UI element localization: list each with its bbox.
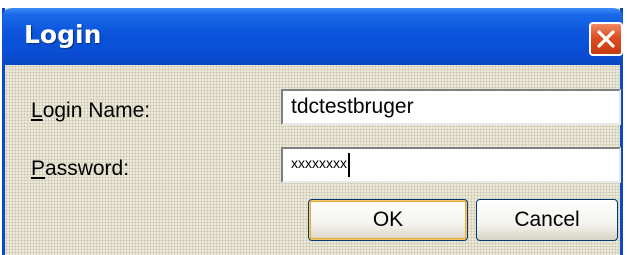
close-button[interactable] bbox=[589, 22, 623, 56]
login-name-mnemonic: L bbox=[31, 99, 43, 122]
password-mnemonic: P bbox=[31, 157, 46, 180]
password-value: xxxxxxxx bbox=[291, 155, 347, 172]
login-name-field[interactable]: tdctestbruger bbox=[281, 89, 621, 125]
cancel-button[interactable]: Cancel bbox=[476, 199, 618, 241]
password-field[interactable]: xxxxxxxx bbox=[281, 147, 621, 183]
title-bar[interactable]: Login bbox=[2, 8, 623, 65]
dialog-title: Login bbox=[24, 20, 102, 49]
login-name-label: Login Name: bbox=[31, 98, 150, 124]
login-name-label-text: ogin Name: bbox=[42, 99, 151, 122]
login-dialog: Login Login Name: tdctestbruger Password… bbox=[2, 8, 623, 255]
close-icon bbox=[597, 30, 615, 48]
ok-button[interactable]: OK bbox=[308, 199, 468, 241]
login-name-value: tdctestbruger bbox=[291, 95, 414, 118]
password-label-text: assword: bbox=[45, 157, 130, 180]
password-label: Password: bbox=[31, 156, 129, 182]
text-caret bbox=[348, 153, 350, 178]
